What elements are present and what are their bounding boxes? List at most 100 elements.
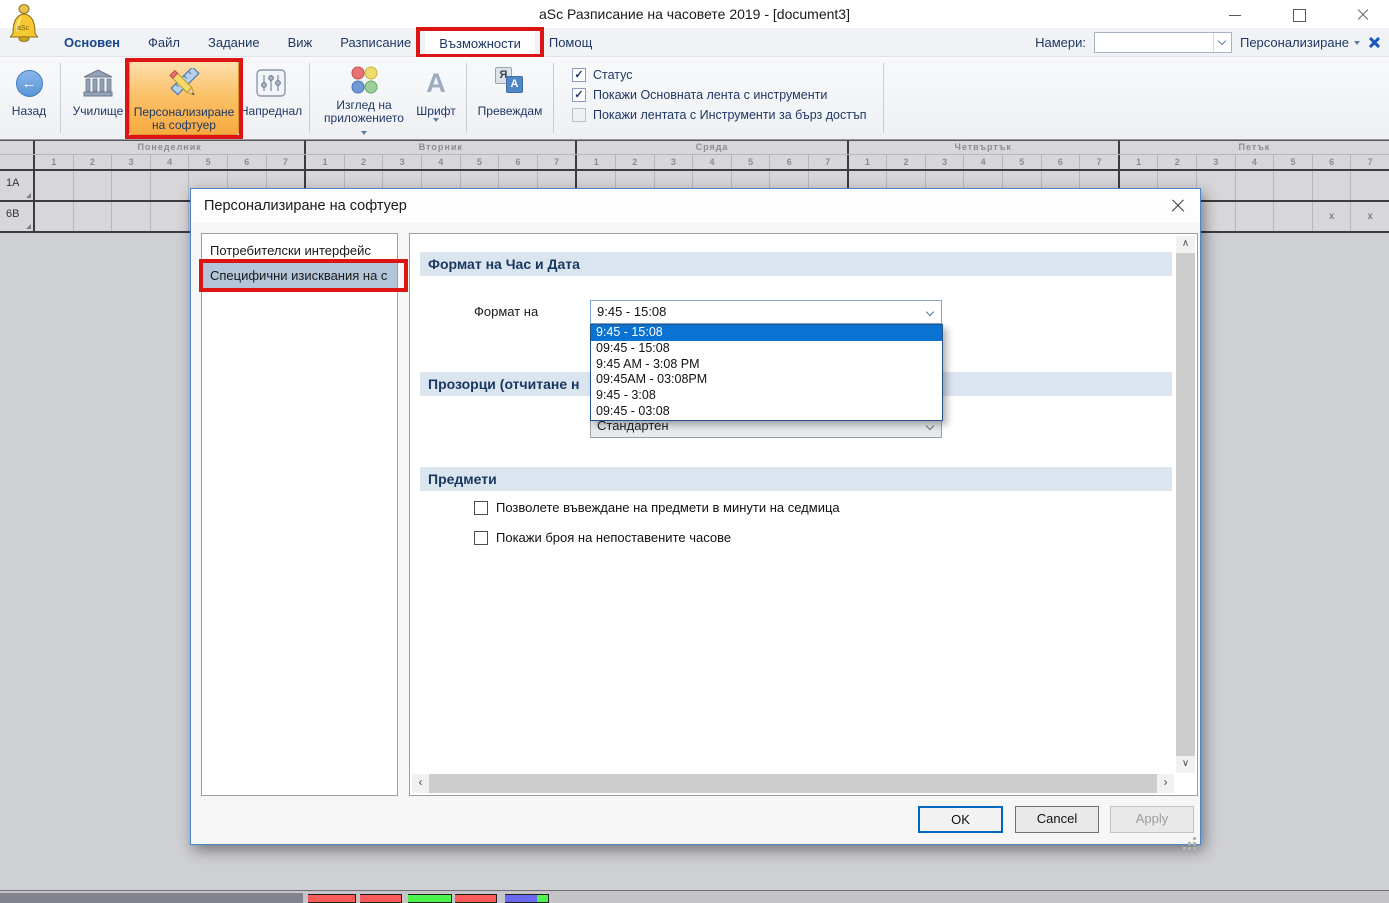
- maximize-button[interactable]: [1291, 7, 1307, 23]
- grid-cell[interactable]: [112, 202, 151, 231]
- grid-day-group: 1234567: [1120, 155, 1389, 169]
- title-bar: aSc Разписание на часовете 2019 - [docum…: [0, 0, 1389, 28]
- vertical-scrollbar[interactable]: ∧ ∨: [1176, 236, 1195, 773]
- customize-software-button[interactable]: Персонализиране на софтуер: [129, 61, 239, 135]
- checkbox-label: Позволете въвеждане на предмети в минути…: [496, 500, 840, 515]
- ribbon-checkbox-2[interactable]: Покажи лентата с Инструменти за бърз дос…: [572, 108, 867, 122]
- checkbox-show-unplaced[interactable]: Покажи броя на непоставените часове: [474, 530, 731, 545]
- back-button[interactable]: ← Назад: [4, 61, 54, 135]
- grid-cell[interactable]: [112, 171, 151, 200]
- grid-cell[interactable]: [1197, 171, 1236, 200]
- dropdown-option-1[interactable]: 09:45 - 15:08: [591, 341, 942, 357]
- ribbon-tab-4[interactable]: Разписание: [326, 28, 425, 57]
- ribbon-checkbox-label: Статус: [593, 68, 633, 82]
- status-progress-bar-1[interactable]: [360, 894, 402, 903]
- close-button[interactable]: [1355, 7, 1371, 23]
- grid-cell[interactable]: [1236, 202, 1275, 231]
- ribbon-tab-6[interactable]: Помощ: [535, 28, 606, 57]
- grid-cell[interactable]: x: [1313, 202, 1352, 231]
- ribbon-checkbox-1[interactable]: ✓Покажи Основната лента с инструменти: [572, 88, 867, 102]
- cancel-button[interactable]: Cancel: [1015, 806, 1099, 833]
- app-view-button[interactable]: Изглед на приложението: [316, 61, 412, 135]
- advanced-button[interactable]: Напреднал: [239, 61, 303, 135]
- grid-period-cell: 3: [112, 155, 151, 169]
- grid-cell[interactable]: [35, 171, 74, 200]
- grid-day-group: Сряда: [577, 141, 848, 154]
- resize-grip[interactable]: [1193, 837, 1196, 840]
- font-a-icon: A: [426, 68, 446, 98]
- grid-day-name: Понеделник: [35, 141, 304, 154]
- status-progress-bar-3[interactable]: [455, 894, 497, 903]
- grid-period-cell: 7: [1080, 155, 1118, 169]
- checkbox-subjects-minutes[interactable]: Позволете въвеждане на предмети в минути…: [474, 500, 840, 515]
- back-button-label: Назад: [12, 105, 46, 118]
- find-text-field[interactable]: [1097, 34, 1209, 51]
- status-progress-bar-2[interactable]: [408, 894, 452, 903]
- grid-cell[interactable]: [1313, 171, 1352, 200]
- grid-period-cell: 1: [306, 155, 345, 169]
- scroll-right-button[interactable]: ›: [1157, 774, 1174, 793]
- dialog-close-icon[interactable]: [1169, 197, 1187, 215]
- dialog-nav-list: Потребителски интерфейсСпецифични изискв…: [201, 233, 398, 796]
- grid-day-group: 1234567: [306, 155, 577, 169]
- dropdown-option-3[interactable]: 09:45AM - 03:08PM: [591, 372, 942, 388]
- ribbon-divider: [553, 63, 554, 133]
- grid-period-cell: 5: [1003, 155, 1042, 169]
- grid-period-cell: 6: [1042, 155, 1081, 169]
- grid-cell[interactable]: [1236, 171, 1275, 200]
- grid-day-header-row: ПонеделникВторникСрядаЧетвъртъкПетък: [0, 141, 1389, 154]
- scroll-up-button[interactable]: ∧: [1176, 236, 1195, 253]
- time-format-combobox[interactable]: 9:45 - 15:08: [590, 300, 942, 324]
- close-personalize-icon[interactable]: [1368, 36, 1381, 49]
- ribbon-tab-5[interactable]: Възможности: [425, 28, 535, 57]
- horizontal-scroll-track[interactable]: [429, 774, 1157, 793]
- ribbon-tab-1[interactable]: Файл: [134, 28, 194, 57]
- grid-cell[interactable]: [74, 202, 113, 231]
- checkbox-box: [474, 531, 488, 545]
- scroll-left-button[interactable]: ‹: [412, 774, 429, 793]
- grid-cell[interactable]: [151, 171, 190, 200]
- chevron-down-icon: [1354, 41, 1360, 45]
- scroll-down-button[interactable]: ∨: [1176, 756, 1195, 773]
- ribbon-tab-0[interactable]: Основен: [50, 28, 134, 57]
- ribbon-tab-2[interactable]: Задание: [194, 28, 274, 57]
- ribbon-checkbox-0[interactable]: ✓Статус: [572, 68, 867, 82]
- grid-cell[interactable]: x: [1351, 202, 1389, 231]
- translate-button[interactable]: Я A Превеждам: [473, 61, 547, 135]
- grid-day-name: Вторник: [306, 141, 575, 154]
- status-progress-bar-0[interactable]: [308, 894, 356, 903]
- grid-cell[interactable]: [35, 202, 74, 231]
- dialog-title: Персонализиране на софтуер: [191, 189, 1200, 223]
- app-view-button-label: Изглед на приложението: [321, 99, 407, 138]
- ribbon-divider: [883, 63, 884, 133]
- personalize-menu[interactable]: Персонализиране: [1240, 35, 1360, 50]
- find-input[interactable]: [1094, 32, 1232, 53]
- grid-cell[interactable]: [1274, 202, 1313, 231]
- find-dropdown-arrow[interactable]: [1213, 33, 1231, 52]
- grid-cell[interactable]: [1197, 202, 1236, 231]
- grid-period-header-row: 12345671234567123456712345671234567: [0, 154, 1389, 169]
- dropdown-option-5[interactable]: 09:45 - 03:08: [591, 404, 942, 420]
- vertical-scroll-track[interactable]: [1176, 253, 1195, 756]
- dialog-nav-item-0[interactable]: Потребителски интерфейс: [202, 238, 397, 263]
- ok-button[interactable]: OK: [918, 806, 1003, 833]
- ribbon-tab-3[interactable]: Виж: [274, 28, 327, 57]
- customize-software-button-label: Персонализиране на софтуер: [134, 106, 235, 132]
- grid-cell[interactable]: [151, 202, 190, 231]
- grid-cell[interactable]: [1351, 171, 1389, 200]
- school-button[interactable]: Училище: [67, 61, 129, 135]
- apply-button[interactable]: Apply: [1110, 806, 1194, 833]
- grid-day-name: Петък: [1120, 141, 1389, 154]
- grid-cell[interactable]: [74, 171, 113, 200]
- dropdown-option-0[interactable]: 9:45 - 15:08: [591, 325, 942, 341]
- grid-period-cell: 2: [74, 155, 113, 169]
- dropdown-option-2[interactable]: 9:45 AM - 3:08 PM: [591, 357, 942, 373]
- dialog-nav-item-1[interactable]: Специфични изисквания на с: [202, 263, 397, 288]
- horizontal-scrollbar[interactable]: ‹ ›: [412, 774, 1174, 793]
- dropdown-option-4[interactable]: 9:45 - 3:08: [591, 388, 942, 404]
- asc-logo-bell-icon: aSc: [7, 3, 41, 43]
- grid-cell[interactable]: [1274, 171, 1313, 200]
- minimize-button[interactable]: [1227, 7, 1243, 23]
- status-progress-bar-4[interactable]: [505, 894, 549, 903]
- font-button[interactable]: A Шрифт: [412, 61, 460, 135]
